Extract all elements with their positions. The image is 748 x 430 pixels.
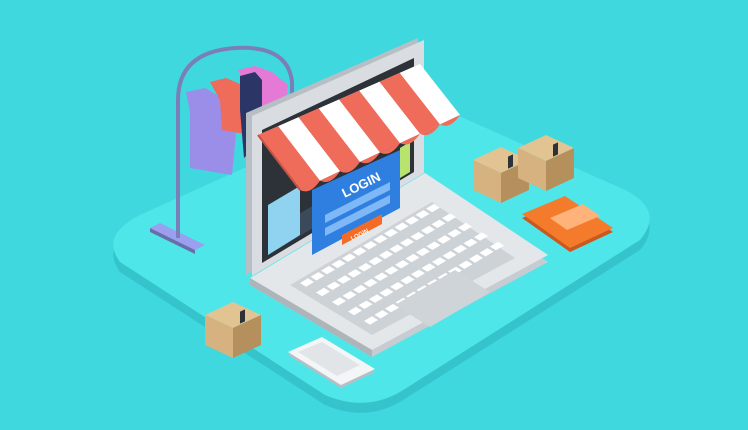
online-shop-illustration: LOGIN LOGIN xyxy=(0,0,748,430)
